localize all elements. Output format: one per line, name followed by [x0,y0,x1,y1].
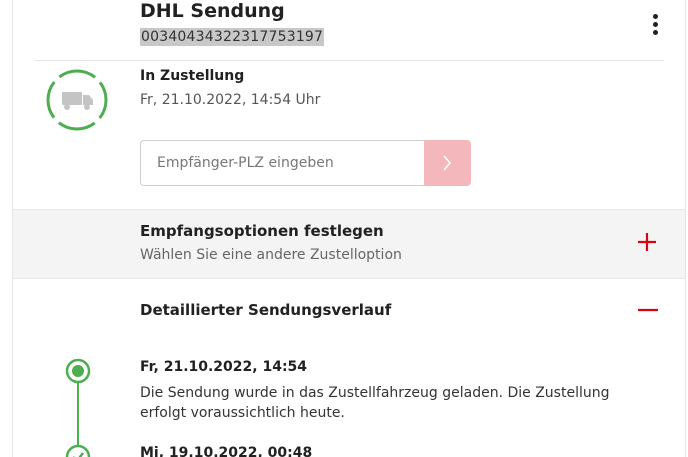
plz-submit-button[interactable] [424,140,471,186]
minus-icon[interactable] [637,299,659,321]
history-title[interactable]: Detaillierter Sendungsverlauf [140,301,391,319]
timeline-dot-check-icon [65,444,91,457]
divider [35,60,664,61]
more-vertical-icon[interactable] [649,12,663,36]
shipment-title: DHL Sendung [140,0,285,22]
status-title: In Zustellung [140,68,245,84]
delivery-options-subtitle: Wählen Sie eine andere Zustelloption [140,247,402,263]
plus-icon[interactable] [637,232,657,252]
event-date: Fr, 21.10.2022, 14:54 [140,359,308,375]
truck-icon [62,92,93,110]
event-date: Mi, 19.10.2022, 00:48 [140,445,313,457]
status-date: Fr, 21.10.2022, 14:54 Uhr [140,92,321,108]
delivery-options-section[interactable]: Empfangsoptionen festlegen Wählen Sie ei… [13,209,685,279]
plz-form [140,140,471,186]
event-text: Die Sendung wurde in das Zustellfahrzeug… [140,385,610,421]
delivery-options-title: Empfangsoptionen festlegen [140,222,384,240]
shipment-card: DHL Sendung 00340434322317753197 In Zust… [12,0,686,457]
tracking-number[interactable]: 00340434322317753197 [140,28,325,46]
plz-input[interactable] [140,140,425,186]
timeline-dot-current-icon [65,358,91,384]
status-progress-ring [46,69,108,131]
chevron-right-icon [443,155,452,171]
